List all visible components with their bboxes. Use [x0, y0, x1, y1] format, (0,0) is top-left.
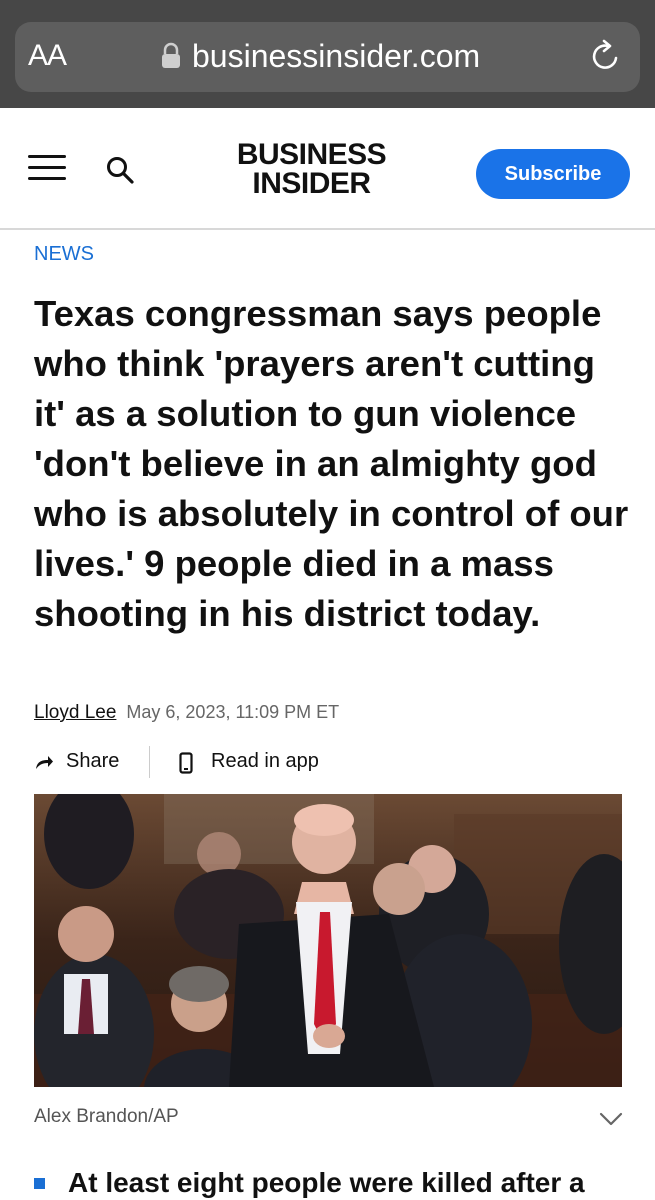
site-header: BUSINESS INSIDER Subscribe [0, 108, 655, 230]
browser-toolbar: AA businessinsider.com [0, 0, 655, 108]
byline: Lloyd Lee May 6, 2023, 11:09 PM ET [34, 702, 339, 724]
logo-line-2: INSIDER [252, 167, 371, 200]
business-insider-logo[interactable]: BUSINESS INSIDER [224, 138, 399, 200]
share-arrow-icon [36, 756, 53, 769]
photo-credit: Alex Brandon/AP [34, 1106, 179, 1127]
search-icon[interactable] [105, 155, 135, 185]
lock-icon [162, 42, 180, 68]
author-link[interactable]: Lloyd Lee [34, 702, 116, 723]
bullet-marker [34, 1178, 45, 1189]
article-headline: Texas congressman says people who think … [34, 293, 629, 634]
chevron-down-icon[interactable] [598, 1110, 624, 1128]
read-in-app-button[interactable]: Read in app [179, 748, 349, 778]
share-label: Share [66, 750, 120, 772]
text-size-label: AA [28, 39, 67, 72]
phone-icon [179, 752, 193, 774]
hamburger-menu-icon[interactable] [28, 155, 66, 183]
text-size-button[interactable]: AA [28, 39, 67, 73]
share-button[interactable]: Share [34, 748, 144, 778]
actions-divider [149, 746, 150, 778]
key-point-text: At least eight people were killed after … [68, 1167, 585, 1198]
reload-icon[interactable] [588, 38, 624, 74]
article-photo [34, 794, 622, 1087]
subscribe-button[interactable]: Subscribe [476, 149, 630, 199]
logo-line-1: BUSINESS [236, 138, 387, 171]
url-text[interactable]: businessinsider.com [192, 38, 480, 75]
publish-date: May 6, 2023, 11:09 PM ET [126, 702, 340, 722]
read-in-app-label: Read in app [211, 750, 319, 772]
section-label[interactable]: NEWS [34, 243, 94, 266]
